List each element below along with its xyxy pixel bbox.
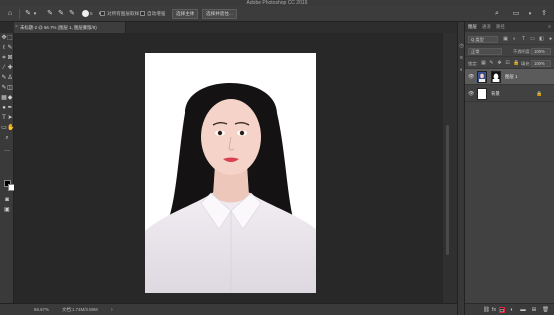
filter-type-icon[interactable]: T bbox=[521, 37, 526, 42]
blend-mode-select[interactable]: 正常 bbox=[468, 48, 502, 55]
eraser-tool-icon[interactable]: ◫ bbox=[7, 85, 13, 91]
tab-channels[interactable]: 通道 bbox=[482, 22, 491, 32]
document-tab[interactable]: × 未标题-2 @ 66.7% (图层 1, 图层蒙版/8) bbox=[14, 22, 126, 33]
collapsed-panel-strip: ◷ ≡ ◐ bbox=[457, 22, 464, 315]
filter-toggle-icon[interactable]: ● bbox=[548, 37, 553, 42]
select-subject-button[interactable]: 选择主体 bbox=[172, 9, 199, 19]
document-tab-label: 未标题-2 @ 66.7% (图层 1, 图层蒙版/8) bbox=[20, 25, 97, 30]
filter-smart-object-icon[interactable]: ◧ bbox=[539, 37, 544, 42]
document-canvas-image[interactable] bbox=[145, 53, 316, 293]
layer-row-layer-1[interactable]: 👁 图层 1 bbox=[465, 69, 554, 85]
document-size: 文档:1.74M/3.59M bbox=[62, 307, 98, 312]
layer-row-background[interactable]: 👁 背景 🔒 bbox=[465, 86, 554, 102]
eye-icon[interactable]: 👁 bbox=[468, 91, 474, 97]
tab-layers[interactable]: 图层 bbox=[468, 22, 477, 32]
status-menu-chevron-icon[interactable]: › bbox=[111, 304, 113, 315]
subtract-selection-brush-icon[interactable]: ✎ bbox=[68, 10, 76, 18]
panel-tabs: 图层 通道 路径 ≡ bbox=[465, 22, 554, 32]
add-layer-mask-icon[interactable]: ◘ bbox=[499, 307, 505, 314]
quick-selection-tool-icon[interactable]: ✎ bbox=[7, 45, 13, 51]
home-icon[interactable]: ⌂ bbox=[6, 10, 14, 18]
new-adjustment-layer-icon[interactable]: ◐ bbox=[509, 307, 515, 313]
filter-pixel-icon[interactable]: ▣ bbox=[503, 37, 508, 42]
tab-paths[interactable]: 路径 bbox=[496, 22, 505, 32]
new-group-icon[interactable]: ▬ bbox=[520, 307, 526, 313]
select-and-mask-button[interactable]: 选择并遮住... bbox=[202, 9, 237, 19]
scrollbar-thumb[interactable] bbox=[446, 125, 449, 255]
hand-tool-icon[interactable]: ✋ bbox=[7, 125, 14, 131]
auto-enhance-checkbox[interactable] bbox=[140, 11, 145, 16]
zoom-tool-icon[interactable]: ⌕ bbox=[4, 135, 10, 141]
new-selection-brush-icon[interactable]: ✎ bbox=[46, 10, 54, 18]
more-tools-icon[interactable]: … bbox=[4, 147, 10, 153]
pen-tool-icon[interactable]: ✒ bbox=[7, 105, 13, 111]
lock-label: 锁定: bbox=[468, 61, 478, 66]
clone-stamp-tool-icon[interactable]: ♙ bbox=[7, 75, 13, 81]
panel-menu-icon[interactable]: ≡ bbox=[548, 22, 551, 32]
layer-filter-kind-select[interactable]: Q 类型 bbox=[468, 36, 498, 43]
layer-style-icon[interactable]: fx bbox=[491, 307, 497, 313]
add-selection-brush-icon[interactable]: ✎ bbox=[57, 10, 65, 18]
sample-all-layers-label: 对所有图层取样 bbox=[107, 11, 140, 16]
workspace-chevron-icon[interactable]: ▾ bbox=[526, 10, 534, 18]
share-icon[interactable]: ⇪ bbox=[540, 10, 548, 18]
brush-preview-icon[interactable] bbox=[82, 10, 89, 17]
path-selection-tool-icon[interactable]: ➤ bbox=[7, 115, 13, 121]
fill-label: 填充: bbox=[521, 61, 531, 66]
lock-position-icon[interactable]: ✥ bbox=[497, 61, 502, 66]
divider bbox=[19, 9, 20, 19]
lock-pixels-icon[interactable]: ✎ bbox=[489, 61, 494, 66]
sample-all-layers-checkbox[interactable] bbox=[100, 11, 105, 16]
layer-name[interactable]: 背景 bbox=[491, 86, 500, 102]
lock-fill-row: 锁定: ▦ ✎ ✥ ⊡ 🔒 填充: 100% bbox=[465, 58, 554, 69]
new-layer-icon[interactable]: ⊞ bbox=[531, 307, 537, 313]
layer-name[interactable]: 图层 1 bbox=[505, 69, 517, 85]
screen-mode-icon[interactable]: ▣ bbox=[4, 207, 10, 213]
close-icon[interactable]: × bbox=[15, 22, 18, 33]
options-bar: ⌂ ✎ ▾ ✎ ✎ ✎ 5 ▾ 对所有图层取样 自动增强 选择主体 选择并遮住.… bbox=[0, 6, 554, 22]
eye-icon[interactable]: 👁 bbox=[468, 74, 474, 80]
marquee-tool-icon[interactable]: ⬚ bbox=[7, 35, 13, 41]
opacity-label: 不透明度: bbox=[513, 49, 531, 54]
search-icon[interactable]: ⌕ bbox=[493, 10, 501, 18]
layer-thumbnail bbox=[477, 71, 487, 83]
layers-panel-footer: ⛓ fx ◘ ◐ ▬ ⊞ 🗑 bbox=[465, 303, 554, 315]
healing-brush-tool-icon[interactable]: ✚ bbox=[7, 65, 13, 71]
lock-icon[interactable]: 🔒 bbox=[536, 91, 542, 97]
vertical-scrollbar[interactable] bbox=[443, 33, 457, 303]
frame-tool-icon[interactable]: ⊠ bbox=[7, 55, 13, 61]
blur-tool-icon[interactable]: ◆ bbox=[7, 95, 13, 101]
filter-shape-icon[interactable]: ▭ bbox=[530, 37, 535, 42]
layers-panel: 图层 通道 路径 ≡ Q 类型 ▣ ◐ T ▭ ◧ ● 正常 不透明度: 100… bbox=[464, 22, 554, 315]
workspace-icon[interactable]: ▭ bbox=[512, 10, 520, 18]
layer-thumbnail bbox=[477, 88, 487, 100]
auto-enhance-label: 自动增强 bbox=[147, 11, 166, 16]
blend-opacity-row: 正常 不透明度: 100% bbox=[465, 46, 554, 57]
chevron-down-icon[interactable]: ▾ bbox=[31, 10, 39, 18]
document-tab-bar: × 未标题-2 @ 66.7% (图层 1, 图层蒙版/8) bbox=[14, 22, 457, 33]
opacity-input[interactable]: 100% bbox=[531, 48, 551, 55]
layer-filter-row: Q 类型 ▣ ◐ T ▭ ◧ ● bbox=[465, 34, 554, 45]
layer-mask-thumbnail[interactable] bbox=[491, 71, 501, 83]
tools-panel: ✥ ⬚ ℓ ✎ ⌗ ⊠ ⁄ ✚ ✎ ♙ ✎ ◫ ▦ ◆ ● ✒ T ➤ ▭ ✋ … bbox=[0, 33, 15, 303]
brush-size-value[interactable]: 5 bbox=[90, 10, 93, 18]
lock-all-icon[interactable]: 🔒 bbox=[513, 61, 519, 66]
lock-artboard-icon[interactable]: ⊡ bbox=[505, 61, 510, 66]
lock-transparency-icon[interactable]: ▦ bbox=[481, 61, 486, 66]
link-layers-icon[interactable]: ⛓ bbox=[483, 307, 490, 313]
portrait-photo bbox=[145, 53, 316, 293]
zoom-level[interactable]: 66.67% bbox=[34, 304, 49, 315]
quick-mask-icon[interactable]: ◙ bbox=[4, 197, 10, 203]
fill-input[interactable]: 100% bbox=[531, 60, 551, 67]
filter-adjustment-icon[interactable]: ◐ bbox=[512, 37, 517, 42]
trash-icon[interactable]: 🗑 bbox=[542, 307, 549, 313]
status-bar: 66.67% 文档:1.74M/3.59M › bbox=[0, 303, 457, 315]
